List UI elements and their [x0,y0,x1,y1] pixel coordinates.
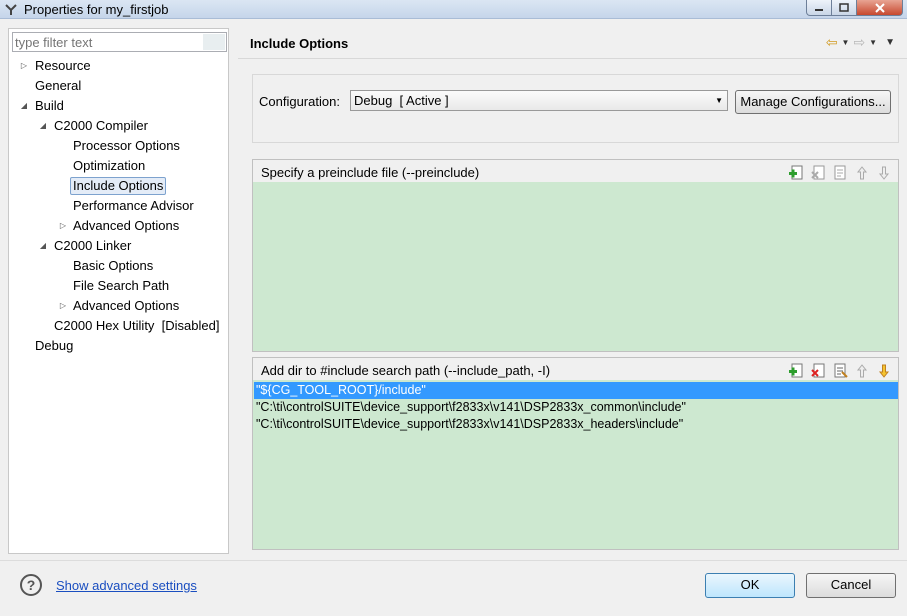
tree-item-processor-options[interactable]: Processor Options [9,137,228,155]
collapse-arrow-icon[interactable]: ◢ [19,97,29,115]
page-title: Include Options [250,36,349,51]
add-icon[interactable] [788,165,804,181]
expand-arrow-icon[interactable]: ▷ [58,217,68,235]
include-path-section: Add dir to #include search path (--inclu… [252,357,899,550]
show-advanced-settings-link[interactable]: Show advanced settings [56,578,197,593]
move-up-icon[interactable] [854,363,870,379]
tree-item-basic-options[interactable]: Basic Options [9,257,228,275]
help-icon[interactable]: ? [20,574,42,596]
expand-arrow-icon[interactable]: ▷ [19,57,29,75]
minimize-icon [815,8,823,11]
move-up-icon[interactable] [854,165,870,181]
minimize-button[interactable] [806,0,832,16]
navigation-panel: ▷ Resource General ◢ Build ◢ C2000 Compi… [8,28,229,554]
close-button[interactable] [857,0,903,16]
include-path-list: "${CG_TOOL_ROOT}/include" "C:\ti\control… [253,380,898,549]
expand-arrow-icon[interactable]: ▷ [58,297,68,315]
back-dropdown-icon[interactable]: ▼ [842,38,850,47]
configuration-select[interactable]: Debug [ Active ] ▼ [350,90,728,111]
title-bar: Properties for my_firstjob [0,0,907,19]
tree-item-optimization[interactable]: Optimization [9,157,228,175]
forward-dropdown-icon[interactable]: ▼ [869,38,877,47]
filter-input[interactable] [13,33,203,51]
delete-icon[interactable] [810,165,826,181]
tree-item-file-search-path[interactable]: File Search Path [9,277,228,295]
move-down-icon[interactable] [876,165,892,181]
tree-item-performance-advisor[interactable]: Performance Advisor [9,197,228,215]
back-arrow-icon[interactable]: ⇦ [826,34,838,51]
tree-item-build[interactable]: ◢ Build [9,97,228,115]
preinclude-header: Specify a preinclude file (--preinclude) [261,165,480,180]
close-icon [874,2,885,13]
tree-item-debug[interactable]: Debug [9,337,228,355]
preinclude-list[interactable] [253,182,898,351]
filter-box [12,32,227,52]
delete-icon[interactable] [810,363,826,379]
collapse-arrow-icon[interactable]: ◢ [38,237,48,255]
include-path-item[interactable]: "${CG_TOOL_ROOT}/include" [254,382,898,399]
clear-filter-button[interactable] [203,34,225,50]
forward-arrow-icon[interactable]: ⇨ [853,34,865,51]
configuration-value: Debug [ Active ] [354,93,449,108]
page-navigation: ⇦ ▼ ⇨ ▼ ▼ [826,34,895,51]
include-path-header: Add dir to #include search path (--inclu… [261,363,551,378]
page-header: Include Options ⇦ ▼ ⇨ ▼ ▼ [238,28,907,58]
properties-icon [5,4,17,15]
chevron-down-icon: ▼ [715,96,723,105]
preinclude-section: Specify a preinclude file (--preinclude) [252,159,899,352]
tree-item-hex-utility[interactable]: C2000 Hex Utility [Disabled] [9,317,228,335]
include-path-item[interactable]: "C:\ti\controlSUITE\device_support\f2833… [254,399,686,416]
tree-item-linker-advanced-options[interactable]: ▷ Advanced Options [9,297,228,315]
window-controls [806,0,903,16]
cancel-button[interactable]: Cancel [806,573,896,598]
tree-item-c2000-compiler[interactable]: ◢ C2000 Compiler [9,117,228,135]
maximize-button[interactable] [832,0,857,16]
preinclude-toolbar [788,165,892,181]
tree-item-include-options[interactable]: Include Options [9,177,228,195]
configuration-label: Configuration: [259,94,340,109]
tree-item-resource[interactable]: ▷ Resource [9,57,228,75]
tree-item-general[interactable]: General [9,77,228,95]
edit-icon[interactable] [832,363,848,379]
maximize-icon [839,3,849,12]
edit-icon[interactable] [832,165,848,181]
move-down-icon[interactable] [876,363,892,379]
collapse-arrow-icon[interactable]: ◢ [38,117,48,135]
include-path-toolbar [788,363,892,379]
view-menu-icon[interactable]: ▼ [885,37,895,48]
window-title: Properties for my_firstjob [24,2,169,17]
include-path-item[interactable]: "C:\ti\controlSUITE\device_support\f2833… [254,416,683,433]
ok-button[interactable]: OK [705,573,795,598]
tree-item-c2000-linker[interactable]: ◢ C2000 Linker [9,237,228,255]
tree-item-compiler-advanced-options[interactable]: ▷ Advanced Options [9,217,228,235]
add-icon[interactable] [788,363,804,379]
manage-configurations-button[interactable]: Manage Configurations... [735,90,891,114]
